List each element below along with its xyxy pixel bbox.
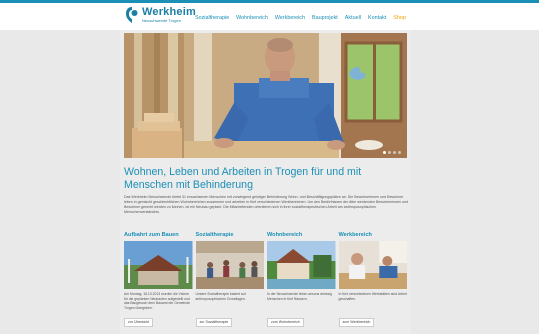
slider-dot[interactable]	[393, 151, 396, 154]
workshop-photo	[338, 241, 407, 289]
teaser-image[interactable]	[267, 241, 336, 289]
nav-item-kontakt[interactable]: Kontakt	[368, 15, 386, 21]
teaser-title[interactable]: Sozialtherapie	[196, 232, 265, 241]
teaser-columns: Aufbahrt zum Bauen Am Montag, 18.10.2013…	[124, 232, 407, 328]
page-headline: Wohnen, Leben und Arbeiten in Trogen für…	[124, 166, 362, 191]
zur-uebersicht-button[interactable]: zur Übersicht	[124, 317, 154, 327]
teaser-image[interactable]	[195, 241, 264, 289]
teaser-sozialtherapie: Sozialtherapie Unsere Sozialtherapie bas…	[195, 232, 265, 328]
teaser-text: In fünf verschiedenen Werkstätten sind A…	[338, 292, 407, 301]
hall-photo	[195, 241, 264, 289]
nav-item-wohnbereich[interactable]: Wohnbereich	[236, 15, 268, 21]
main-content: Wohnen, Leben und Arbeiten in Trogen für…	[120, 30, 411, 334]
zur-sozialtherapie-button[interactable]: zur Sozialtherapie	[195, 317, 233, 327]
teaser-title[interactable]: Werkbereich	[339, 232, 408, 241]
nav-item-sozialtherapie[interactable]: Sozialtherapie	[195, 15, 229, 21]
building-photo	[124, 241, 193, 289]
teaser-image[interactable]	[338, 241, 407, 289]
zum-werkbereich-button[interactable]: zum Werkbereich	[338, 317, 375, 327]
brand-name: Werkheim	[142, 6, 196, 18]
teaser-text: Unsere Sozialtherapie basiert auf anthro…	[195, 292, 246, 301]
nav-item-werkbereich[interactable]: Werkbereich	[275, 15, 305, 21]
teaser-werkbereich: Werkbereich In fünf verschiedenen Werkst…	[338, 232, 408, 328]
site-header: Werkheim Neuschwende Trogen Sozialtherap…	[0, 3, 539, 30]
teaser-text: Am Montag, 18.10.2013 wurden die Visiere…	[124, 292, 190, 310]
teaser-title[interactable]: Wohnbereich	[267, 232, 336, 241]
main-nav: Sozialtherapie Wohnbereich Werkbereich B…	[195, 15, 406, 21]
brand-tagline: Neuschwende Trogen	[142, 18, 181, 23]
logo-icon	[126, 7, 138, 23]
teaser-text: In der Neuschwende leben ansons dreissig…	[267, 292, 332, 301]
zum-wohnbereich-button[interactable]: zum Wohnbereich	[267, 317, 304, 327]
teaser-title[interactable]: Aufbahrt zum Bauen	[124, 232, 193, 241]
slider-dot[interactable]	[383, 151, 386, 154]
page-background: Wohnen, Leben und Arbeiten in Trogen für…	[0, 30, 539, 334]
nav-item-bauprojekt[interactable]: Bauprojekt	[312, 15, 338, 21]
teaser-bauen: Aufbahrt zum Bauen Am Montag, 18.10.2013…	[124, 232, 193, 328]
site-logo[interactable]: Werkheim Neuschwende Trogen	[125, 6, 196, 24]
nav-item-shop[interactable]: Shop	[393, 15, 406, 21]
slider-dot[interactable]	[398, 151, 401, 154]
intro-text: Das Werkheim Neuschwende bietet 31 erwac…	[124, 195, 408, 214]
nav-item-aktuell[interactable]: Aktuell	[345, 15, 361, 21]
teaser-image[interactable]	[124, 241, 193, 289]
slider-dot[interactable]	[388, 151, 391, 154]
hero-slider[interactable]	[124, 33, 407, 158]
house-photo	[267, 241, 336, 289]
hero-image	[124, 33, 407, 158]
teaser-wohnbereich: Wohnbereich In der Neuschwende leben ans…	[267, 232, 336, 328]
slider-dots	[383, 151, 401, 154]
